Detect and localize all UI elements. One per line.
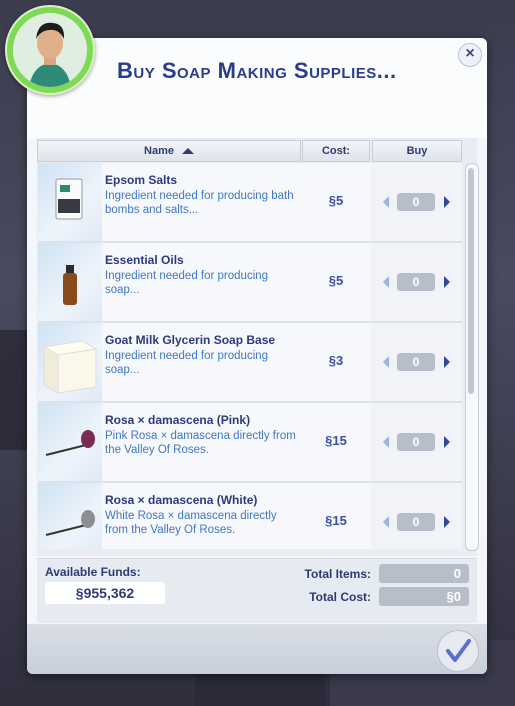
item-cost: §5 [328,273,344,288]
buy-dialog: Buy Soap Making Supplies... × Name Cost:… [27,38,487,674]
item-thumbnail [38,163,102,241]
list-item: Goat Milk Glycerin Soap Base Ingredient … [38,323,462,403]
increase-arrow-icon[interactable] [444,516,450,528]
item-description: Ingredient needed for producing soap... [105,270,269,296]
available-funds-label: Available Funds: [45,565,141,579]
item-description: Ingredient needed for producing bath bom… [105,190,294,216]
item-cost: §15 [325,513,347,528]
quantity-field[interactable]: 0 [397,353,435,371]
item-thumbnail [38,483,102,549]
list-item: Essential Oils Ingredient needed for pro… [38,243,462,323]
epsom-salts-icon [55,178,83,220]
item-cost: §3 [328,353,344,368]
item-thumbnail [38,403,102,481]
total-cost-value: §0 [379,587,469,606]
checkmark-icon [446,639,471,662]
sim-portrait [13,13,87,87]
available-funds-value: §955,362 [45,582,165,604]
sim-portrait-icon [13,13,87,87]
item-cost: §15 [325,433,347,448]
quantity-stepper: 0 [371,243,462,321]
item-description: Pink Rosa × damascena directly from the … [105,430,296,456]
confirm-button[interactable] [437,630,479,672]
decrease-arrow-icon[interactable] [383,196,389,208]
pink-rose-icon [45,430,95,456]
increase-arrow-icon[interactable] [444,276,450,288]
item-description: White Rosa × damascena directly from the… [105,510,277,536]
item-name: Rosa × damascena (White) [105,493,258,507]
sort-ascending-icon [181,148,194,155]
list-item: Epsom Salts Ingredient needed for produc… [38,163,462,243]
dialog-header [27,38,487,138]
item-cost: §5 [328,193,344,208]
quantity-field[interactable]: 0 [397,273,435,291]
column-name-label: Name [144,145,174,157]
list-item: Rosa × damascena (Pink) Pink Rosa × dama… [38,403,462,483]
soap-base-cube-icon [42,340,98,394]
increase-arrow-icon[interactable] [444,196,450,208]
item-table: Name Cost: Buy Epsom Salts Ingredient ne… [37,138,479,556]
item-list: Epsom Salts Ingredient needed for produc… [38,163,462,549]
dialog-footer-bar [27,624,487,674]
increase-arrow-icon[interactable] [444,356,450,368]
decrease-arrow-icon[interactable] [383,356,389,368]
increase-arrow-icon[interactable] [444,436,450,448]
quantity-field[interactable]: 0 [397,433,435,451]
quantity-stepper: 0 [371,483,462,549]
essential-oil-bottle-icon [63,265,77,305]
item-name: Essential Oils [105,253,184,267]
decrease-arrow-icon[interactable] [383,276,389,288]
list-item: Rosa × damascena (White) White Rosa × da… [38,483,462,549]
decrease-arrow-icon[interactable] [383,516,389,528]
white-rose-icon [45,510,95,536]
quantity-field[interactable]: 0 [397,193,435,211]
dialog-title: Buy Soap Making Supplies... [117,58,397,83]
item-name: Epsom Salts [105,173,178,187]
item-thumbnail [38,323,102,401]
column-header-cost: Cost: [302,140,370,162]
quantity-stepper: 0 [371,403,462,481]
quantity-stepper: 0 [371,163,462,241]
quantity-stepper: 0 [371,323,462,401]
column-header-buy: Buy [372,140,462,162]
item-thumbnail [38,243,102,321]
total-items-label: Total Items: [304,567,371,581]
scrollbar-thumb[interactable] [468,168,474,394]
avatar [5,5,95,95]
quantity-field[interactable]: 0 [397,513,435,531]
purchase-summary: Available Funds: §955,362 Total Items: 0… [37,558,477,623]
decrease-arrow-icon[interactable] [383,436,389,448]
total-cost-label: Total Cost: [309,590,371,604]
column-header-name[interactable]: Name [37,140,301,162]
item-description: Ingredient needed for producing soap... [105,350,269,376]
close-button[interactable]: × [458,43,482,67]
total-items-value: 0 [379,564,469,583]
item-name: Goat Milk Glycerin Soap Base [105,333,276,347]
item-name: Rosa × damascena (Pink) [105,413,251,427]
list-scrollbar[interactable] [465,163,479,551]
